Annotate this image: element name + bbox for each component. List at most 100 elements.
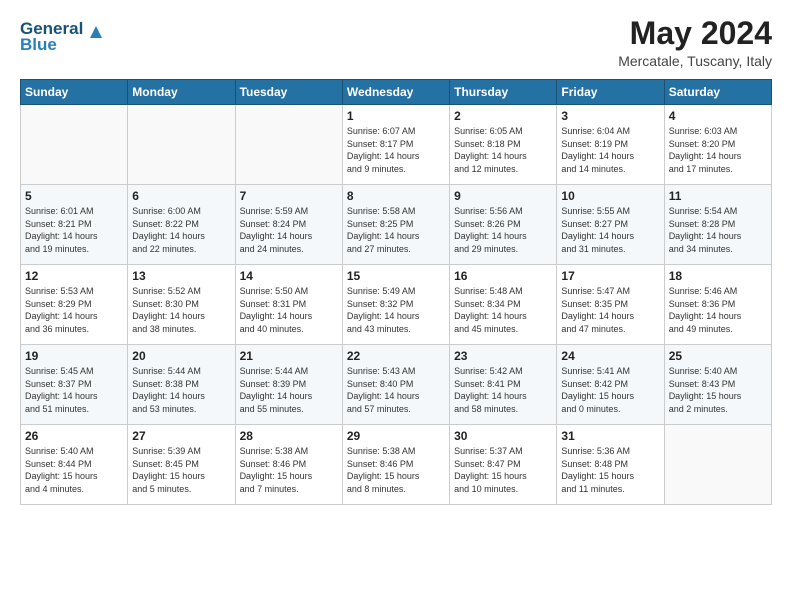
header: General Blue May 2024 Mercatale, Tuscany… bbox=[20, 16, 772, 69]
day-cell: 12 Sunrise: 5:53 AM Sunset: 8:29 PM Dayli… bbox=[21, 265, 128, 345]
day-cell: 28 Sunrise: 5:38 AM Sunset: 8:46 PM Dayli… bbox=[235, 425, 342, 505]
calendar-page: General Blue May 2024 Mercatale, Tuscany… bbox=[0, 0, 792, 612]
day-info: Sunrise: 5:54 AM Sunset: 8:28 PM Dayligh… bbox=[669, 205, 767, 255]
day-cell: 4Sunrise: 6:03 AM Sunset: 8:20 PM Daylig… bbox=[664, 105, 771, 185]
day-number: 13 bbox=[132, 269, 230, 283]
day-number: 20 bbox=[132, 349, 230, 363]
day-number: 3 bbox=[561, 109, 659, 123]
day-info: Sunrise: 5:59 AM Sunset: 8:24 PM Dayligh… bbox=[240, 205, 338, 255]
day-info: Sunrise: 6:07 AM Sunset: 8:17 PM Dayligh… bbox=[347, 125, 445, 175]
weekday-header-friday: Friday bbox=[557, 80, 664, 105]
day-number: 22 bbox=[347, 349, 445, 363]
weekday-header-monday: Monday bbox=[128, 80, 235, 105]
day-number: 31 bbox=[561, 429, 659, 443]
location: Mercatale, Tuscany, Italy bbox=[618, 53, 772, 69]
day-cell: 31 Sunrise: 5:36 AM Sunset: 8:48 PM Dayli… bbox=[557, 425, 664, 505]
day-info: Sunrise: 6:04 AM Sunset: 8:19 PM Dayligh… bbox=[561, 125, 659, 175]
day-number: 19 bbox=[25, 349, 123, 363]
day-cell bbox=[128, 105, 235, 185]
day-cell: 25 Sunrise: 5:40 AM Sunset: 8:43 PM Dayli… bbox=[664, 345, 771, 425]
day-cell: 6 Sunrise: 6:00 AM Sunset: 8:22 PM Daylig… bbox=[128, 185, 235, 265]
day-cell: 7 Sunrise: 5:59 AM Sunset: 8:24 PM Daylig… bbox=[235, 185, 342, 265]
day-number: 26 bbox=[25, 429, 123, 443]
logo-svg: General Blue bbox=[20, 16, 110, 56]
day-number: 16 bbox=[454, 269, 552, 283]
day-number: 30 bbox=[454, 429, 552, 443]
day-info: Sunrise: 5:38 AM Sunset: 8:46 PM Dayligh… bbox=[240, 445, 338, 495]
day-number: 17 bbox=[561, 269, 659, 283]
day-number: 12 bbox=[25, 269, 123, 283]
day-number: 2 bbox=[454, 109, 552, 123]
day-info: Sunrise: 5:48 AM Sunset: 8:34 PM Dayligh… bbox=[454, 285, 552, 335]
week-row-3: 12 Sunrise: 5:53 AM Sunset: 8:29 PM Dayli… bbox=[21, 265, 772, 345]
day-cell: 16 Sunrise: 5:48 AM Sunset: 8:34 PM Dayli… bbox=[450, 265, 557, 345]
day-cell: 9Sunrise: 5:56 AM Sunset: 8:26 PM Daylig… bbox=[450, 185, 557, 265]
day-info: Sunrise: 5:45 AM Sunset: 8:37 PM Dayligh… bbox=[25, 365, 123, 415]
day-cell: 19 Sunrise: 5:45 AM Sunset: 8:37 PM Dayli… bbox=[21, 345, 128, 425]
day-cell: 8Sunrise: 5:58 AM Sunset: 8:25 PM Daylig… bbox=[342, 185, 449, 265]
day-info: Sunrise: 5:53 AM Sunset: 8:29 PM Dayligh… bbox=[25, 285, 123, 335]
day-number: 4 bbox=[669, 109, 767, 123]
weekday-header-sunday: Sunday bbox=[21, 80, 128, 105]
day-info: Sunrise: 5:46 AM Sunset: 8:36 PM Dayligh… bbox=[669, 285, 767, 335]
day-info: Sunrise: 5:50 AM Sunset: 8:31 PM Dayligh… bbox=[240, 285, 338, 335]
day-number: 6 bbox=[132, 189, 230, 203]
day-info: Sunrise: 6:00 AM Sunset: 8:22 PM Dayligh… bbox=[132, 205, 230, 255]
day-number: 1 bbox=[347, 109, 445, 123]
day-cell: 3 Sunrise: 6:04 AM Sunset: 8:19 PM Daylig… bbox=[557, 105, 664, 185]
day-info: Sunrise: 5:47 AM Sunset: 8:35 PM Dayligh… bbox=[561, 285, 659, 335]
weekday-header-saturday: Saturday bbox=[664, 80, 771, 105]
week-row-1: 1 Sunrise: 6:07 AM Sunset: 8:17 PM Daylig… bbox=[21, 105, 772, 185]
day-info: Sunrise: 5:49 AM Sunset: 8:32 PM Dayligh… bbox=[347, 285, 445, 335]
day-number: 18 bbox=[669, 269, 767, 283]
day-info: Sunrise: 5:44 AM Sunset: 8:38 PM Dayligh… bbox=[132, 365, 230, 415]
day-number: 5 bbox=[25, 189, 123, 203]
day-number: 28 bbox=[240, 429, 338, 443]
day-cell: 13 Sunrise: 5:52 AM Sunset: 8:30 PM Dayli… bbox=[128, 265, 235, 345]
day-number: 27 bbox=[132, 429, 230, 443]
day-cell: 21Sunrise: 5:44 AM Sunset: 8:39 PM Dayli… bbox=[235, 345, 342, 425]
day-number: 25 bbox=[669, 349, 767, 363]
svg-text:Blue: Blue bbox=[20, 35, 57, 54]
weekday-header-wednesday: Wednesday bbox=[342, 80, 449, 105]
day-number: 29 bbox=[347, 429, 445, 443]
day-info: Sunrise: 5:36 AM Sunset: 8:48 PM Dayligh… bbox=[561, 445, 659, 495]
day-cell: 5Sunrise: 6:01 AM Sunset: 8:21 PM Daylig… bbox=[21, 185, 128, 265]
day-info: Sunrise: 5:37 AM Sunset: 8:47 PM Dayligh… bbox=[454, 445, 552, 495]
day-number: 15 bbox=[347, 269, 445, 283]
day-cell: 2 Sunrise: 6:05 AM Sunset: 8:18 PM Daylig… bbox=[450, 105, 557, 185]
day-cell: 20 Sunrise: 5:44 AM Sunset: 8:38 PM Dayli… bbox=[128, 345, 235, 425]
weekday-header-tuesday: Tuesday bbox=[235, 80, 342, 105]
day-info: Sunrise: 5:39 AM Sunset: 8:45 PM Dayligh… bbox=[132, 445, 230, 495]
day-cell: 24Sunrise: 5:41 AM Sunset: 8:42 PM Dayli… bbox=[557, 345, 664, 425]
day-info: Sunrise: 5:38 AM Sunset: 8:46 PM Dayligh… bbox=[347, 445, 445, 495]
day-cell: 22 Sunrise: 5:43 AM Sunset: 8:40 PM Dayli… bbox=[342, 345, 449, 425]
day-cell bbox=[235, 105, 342, 185]
day-number: 9 bbox=[454, 189, 552, 203]
day-info: Sunrise: 5:40 AM Sunset: 8:43 PM Dayligh… bbox=[669, 365, 767, 415]
day-number: 24 bbox=[561, 349, 659, 363]
week-row-5: 26Sunrise: 5:40 AM Sunset: 8:44 PM Dayli… bbox=[21, 425, 772, 505]
day-cell: 14 Sunrise: 5:50 AM Sunset: 8:31 PM Dayli… bbox=[235, 265, 342, 345]
day-number: 8 bbox=[347, 189, 445, 203]
day-number: 21 bbox=[240, 349, 338, 363]
day-cell: 29 Sunrise: 5:38 AM Sunset: 8:46 PM Dayli… bbox=[342, 425, 449, 505]
day-number: 14 bbox=[240, 269, 338, 283]
week-row-4: 19 Sunrise: 5:45 AM Sunset: 8:37 PM Dayli… bbox=[21, 345, 772, 425]
day-cell: 18 Sunrise: 5:46 AM Sunset: 8:36 PM Dayli… bbox=[664, 265, 771, 345]
day-number: 7 bbox=[240, 189, 338, 203]
day-info: Sunrise: 5:42 AM Sunset: 8:41 PM Dayligh… bbox=[454, 365, 552, 415]
day-cell: 11Sunrise: 5:54 AM Sunset: 8:28 PM Dayli… bbox=[664, 185, 771, 265]
day-info: Sunrise: 5:52 AM Sunset: 8:30 PM Dayligh… bbox=[132, 285, 230, 335]
day-cell: 15 Sunrise: 5:49 AM Sunset: 8:32 PM Dayli… bbox=[342, 265, 449, 345]
day-cell: 1 Sunrise: 6:07 AM Sunset: 8:17 PM Daylig… bbox=[342, 105, 449, 185]
weekday-header-row: SundayMondayTuesdayWednesdayThursdayFrid… bbox=[21, 80, 772, 105]
week-row-2: 5Sunrise: 6:01 AM Sunset: 8:21 PM Daylig… bbox=[21, 185, 772, 265]
calendar-table: SundayMondayTuesdayWednesdayThursdayFrid… bbox=[20, 79, 772, 505]
day-number: 10 bbox=[561, 189, 659, 203]
logo: General Blue bbox=[20, 16, 110, 61]
weekday-header-thursday: Thursday bbox=[450, 80, 557, 105]
day-cell bbox=[21, 105, 128, 185]
day-info: Sunrise: 6:05 AM Sunset: 8:18 PM Dayligh… bbox=[454, 125, 552, 175]
day-info: Sunrise: 5:43 AM Sunset: 8:40 PM Dayligh… bbox=[347, 365, 445, 415]
